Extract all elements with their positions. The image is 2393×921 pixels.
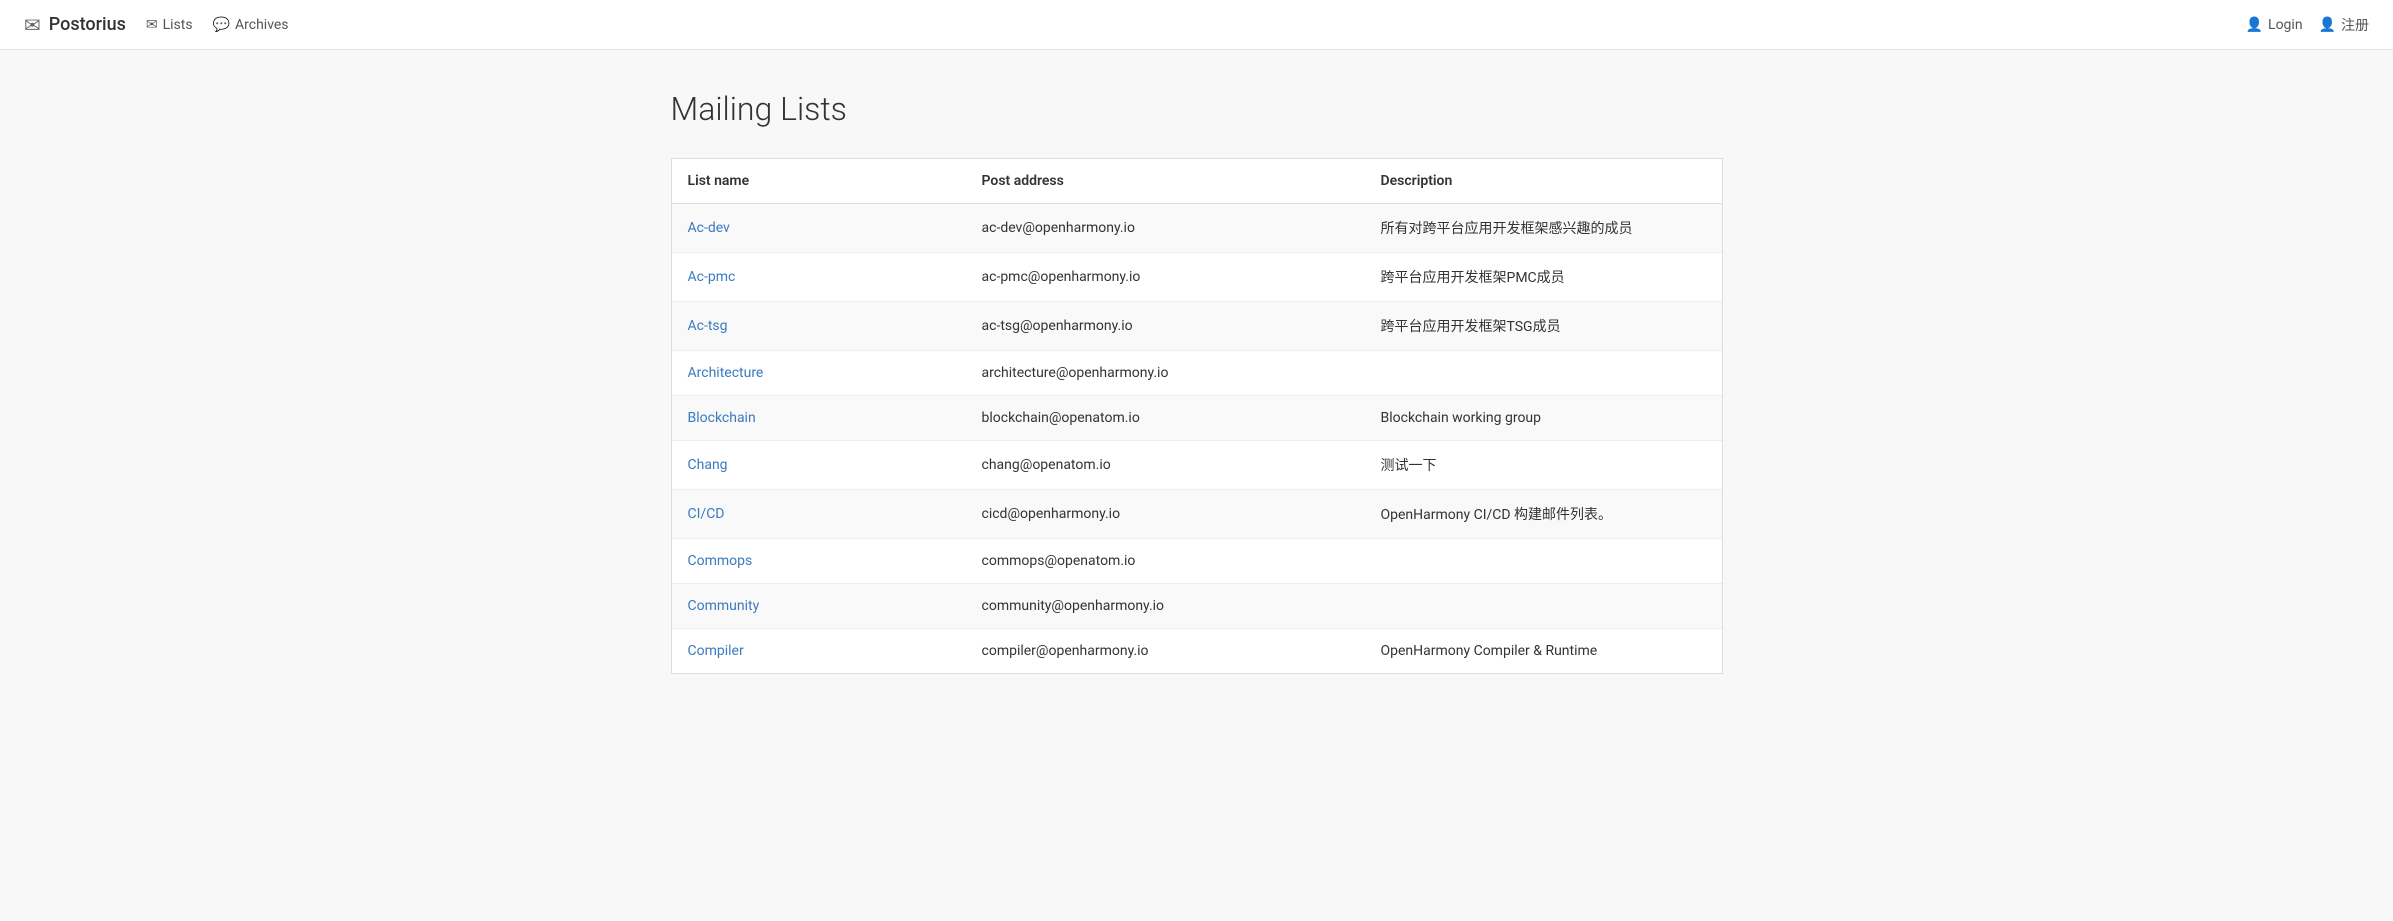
list-post-address: commops@openatom.io bbox=[966, 539, 1365, 584]
list-description: OpenHarmony Compiler & Runtime bbox=[1365, 629, 1722, 674]
nav-lists-link[interactable]: ✉ Lists bbox=[146, 17, 193, 33]
login-label: Login bbox=[2268, 17, 2303, 33]
list-post-address: chang@openatom.io bbox=[966, 441, 1365, 490]
list-post-address: ac-pmc@openharmony.io bbox=[966, 253, 1365, 302]
list-description: 所有对跨平台应用开发框架感兴趣的成员 bbox=[1365, 204, 1722, 253]
list-post-address: ac-tsg@openharmony.io bbox=[966, 302, 1365, 351]
list-name-link[interactable]: Compiler bbox=[688, 643, 744, 659]
table-row: Compiler compiler@openharmony.ioOpenHarmo… bbox=[672, 629, 1722, 674]
list-description bbox=[1365, 584, 1722, 629]
table-row: Ac-dev ac-dev@openharmony.io所有对跨平台应用开发框架感… bbox=[672, 204, 1722, 253]
table-row: Community community@openharmony.io bbox=[672, 584, 1722, 629]
list-name-link[interactable]: CI/CD bbox=[688, 506, 725, 522]
list-name-link[interactable]: Blockchain bbox=[688, 410, 756, 426]
list-name-link[interactable]: Commops bbox=[688, 553, 753, 569]
list-post-address: architecture@openharmony.io bbox=[966, 351, 1365, 396]
archives-icon: 💬 bbox=[213, 17, 230, 33]
login-link[interactable]: 👤 Login bbox=[2246, 17, 2303, 33]
col-header-desc: Description bbox=[1365, 159, 1722, 204]
page-title: Mailing Lists bbox=[671, 90, 1723, 128]
list-description bbox=[1365, 351, 1722, 396]
list-name-link[interactable]: Ac-dev bbox=[688, 220, 730, 236]
nav-lists-label: Lists bbox=[163, 17, 193, 33]
table-row: Chang chang@openatom.io测试一下 bbox=[672, 441, 1722, 490]
table-row: Ac-tsg ac-tsg@openharmony.io跨平台应用开发框架TSG成… bbox=[672, 302, 1722, 351]
list-description bbox=[1365, 539, 1722, 584]
list-name-link[interactable]: Community bbox=[688, 598, 760, 614]
nav-archives-label: Archives bbox=[235, 17, 289, 33]
navbar: ✉ Postorius ✉ Lists 💬 Archives 👤 Login 👤… bbox=[0, 0, 2393, 50]
nav-archives-link[interactable]: 💬 Archives bbox=[213, 17, 289, 33]
table-row: Architecture architecture@openharmony.io bbox=[672, 351, 1722, 396]
list-post-address: ac-dev@openharmony.io bbox=[966, 204, 1365, 253]
list-name-link[interactable]: Architecture bbox=[688, 365, 764, 381]
login-icon: 👤 bbox=[2246, 17, 2263, 33]
list-name-link[interactable]: Chang bbox=[688, 457, 728, 473]
lists-icon: ✉ bbox=[146, 17, 158, 33]
navbar-left: ✉ Postorius ✉ Lists 💬 Archives bbox=[24, 13, 289, 37]
list-post-address: cicd@openharmony.io bbox=[966, 490, 1365, 539]
list-description: 跨平台应用开发框架PMC成员 bbox=[1365, 253, 1722, 302]
list-name-link[interactable]: Ac-tsg bbox=[688, 318, 728, 334]
mailing-lists-table-container: List name Post address Description Ac-de… bbox=[671, 158, 1723, 674]
register-label: 注册 bbox=[2341, 15, 2369, 35]
navbar-right: 👤 Login 👤 注册 bbox=[2246, 15, 2369, 35]
col-header-post: Post address bbox=[966, 159, 1365, 204]
list-post-address: compiler@openharmony.io bbox=[966, 629, 1365, 674]
list-description: Blockchain working group bbox=[1365, 396, 1722, 441]
table-row: CI/CD cicd@openharmony.ioOpenHarmony CI/C… bbox=[672, 490, 1722, 539]
list-description: 测试一下 bbox=[1365, 441, 1722, 490]
register-icon: 👤 bbox=[2319, 17, 2336, 33]
register-link[interactable]: 👤 注册 bbox=[2319, 15, 2369, 35]
list-post-address: community@openharmony.io bbox=[966, 584, 1365, 629]
brand-icon: ✉ bbox=[24, 13, 41, 37]
list-description: OpenHarmony CI/CD 构建邮件列表。 bbox=[1365, 490, 1722, 539]
mailing-lists-table: List name Post address Description Ac-de… bbox=[672, 159, 1722, 673]
list-description: 跨平台应用开发框架TSG成员 bbox=[1365, 302, 1722, 351]
table-header-row: List name Post address Description bbox=[672, 159, 1722, 204]
brand-label: Postorius bbox=[49, 14, 126, 35]
table-row: Blockchain blockchain@openatom.ioBlockcha… bbox=[672, 396, 1722, 441]
col-header-name: List name bbox=[672, 159, 966, 204]
list-name-link[interactable]: Ac-pmc bbox=[688, 269, 736, 285]
brand-logo[interactable]: ✉ Postorius bbox=[24, 13, 126, 37]
list-post-address: blockchain@openatom.io bbox=[966, 396, 1365, 441]
main-content: Mailing Lists List name Post address Des… bbox=[647, 50, 1747, 714]
table-row: Commops commops@openatom.io bbox=[672, 539, 1722, 584]
table-row: Ac-pmc ac-pmc@openharmony.io跨平台应用开发框架PMC成… bbox=[672, 253, 1722, 302]
